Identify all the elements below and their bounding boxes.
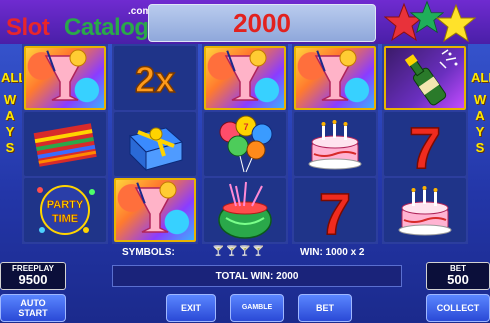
red-seven-icon: 7 bbox=[318, 181, 352, 240]
slotcatalog-logo: Slot Catalog .com bbox=[6, 6, 166, 41]
cocktail-icon bbox=[314, 49, 357, 101]
credit-value: 2000 bbox=[233, 7, 291, 38]
birthday-cake-symbol bbox=[294, 112, 376, 176]
cocktail-icon bbox=[134, 181, 177, 233]
watermelon-punch-symbol bbox=[204, 178, 286, 242]
top-bar: Slot Catalog .com 2000 bbox=[0, 0, 490, 44]
reels-area: PARTY TIME 2x 7 7 7 bbox=[20, 44, 470, 244]
cocktail-icon bbox=[44, 49, 87, 101]
cocktail-icon bbox=[224, 49, 267, 101]
reel-2: 2x bbox=[112, 44, 198, 244]
seven-symbol: 7 bbox=[384, 112, 466, 176]
balloons-symbol: 7 bbox=[204, 112, 286, 176]
gamble-button[interactable]: GAMBLE bbox=[230, 294, 284, 322]
bet-value: 500 bbox=[447, 272, 469, 287]
birthday-cake-icon bbox=[308, 120, 362, 170]
freeplay-value: 9500 bbox=[18, 272, 48, 287]
auto-start-line2: START bbox=[18, 308, 48, 318]
balloons-icon: 7 bbox=[219, 115, 273, 173]
all-ways-right: ALL WAYS bbox=[471, 70, 490, 156]
birthday-cake-symbol bbox=[384, 178, 466, 242]
freeplay-box: FREEPLAY 9500 bbox=[0, 262, 66, 290]
gift-box-symbol bbox=[114, 112, 196, 176]
logo-catalog-text: Catalog bbox=[64, 14, 149, 41]
gift-box-icon bbox=[129, 127, 184, 172]
stars-decoration bbox=[380, 0, 490, 44]
reel-4: 7 bbox=[292, 44, 378, 244]
ways-word2-vertical: WAYS bbox=[3, 92, 17, 155]
auto-start-button[interactable]: AUTO START bbox=[0, 294, 66, 322]
reel-5: 7 bbox=[382, 44, 468, 244]
total-win-text: TOTAL WIN: 2000 bbox=[215, 270, 299, 282]
all-ways-left: ALL WAYS bbox=[1, 70, 27, 156]
game-frame: Slot Catalog .com 2000 ALL WAYS ALL WAYS bbox=[0, 0, 490, 323]
yellow-star-icon bbox=[436, 3, 476, 43]
reel-1: PARTY TIME bbox=[22, 44, 108, 244]
win-info-line: SYMBOLS: 🍸🍸🍸🍸 WIN: 1000 x 2 bbox=[0, 246, 490, 260]
credit-display: 2000 bbox=[148, 4, 376, 42]
cocktail-symbol bbox=[24, 46, 106, 110]
multiplier-2x-symbol: 2x bbox=[114, 46, 196, 110]
watermelon-icon bbox=[218, 181, 272, 239]
exit-button[interactable]: EXIT bbox=[166, 294, 216, 322]
birthday-cake-icon bbox=[398, 186, 452, 236]
party-line2: TIME bbox=[52, 213, 78, 225]
seven-symbol: 7 bbox=[294, 178, 376, 242]
total-win-display: TOTAL WIN: 2000 bbox=[112, 265, 402, 287]
ways-word2-vertical: WAYS bbox=[473, 92, 487, 155]
bet-box: BET 500 bbox=[426, 262, 490, 290]
cocktail-symbol bbox=[114, 178, 196, 242]
seven-mini-text: 7 bbox=[243, 122, 248, 132]
ways-word1: ALL bbox=[1, 70, 27, 85]
ways-word1: ALL bbox=[471, 70, 490, 85]
logo-slot-text: Slot bbox=[6, 14, 50, 41]
win-amount-text: WIN: 1000 x 2 bbox=[300, 247, 365, 258]
collect-button[interactable]: COLLECT bbox=[426, 294, 490, 322]
party-time-badge-icon: PARTY TIME bbox=[37, 185, 95, 235]
striped-blanket-icon bbox=[33, 123, 97, 167]
cocktail-symbol bbox=[204, 46, 286, 110]
seven-text: 7 bbox=[409, 116, 441, 174]
cocktail-symbol bbox=[294, 46, 376, 110]
bet-button[interactable]: BET bbox=[298, 294, 352, 322]
party-time-symbol: PARTY TIME bbox=[24, 178, 106, 242]
party-line1: PARTY bbox=[47, 199, 84, 211]
reel-3: 7 bbox=[202, 44, 288, 244]
champagne-symbol bbox=[384, 46, 466, 110]
red-seven-icon: 7 bbox=[408, 115, 442, 174]
symbols-label: SYMBOLS: bbox=[122, 247, 175, 258]
sarape-symbol bbox=[24, 112, 106, 176]
multiplier-icon: 2x bbox=[134, 58, 176, 101]
seven-text: 7 bbox=[319, 182, 351, 240]
auto-start-line1: AUTO bbox=[20, 298, 46, 308]
multiplier-text: 2x bbox=[135, 59, 175, 100]
winning-symbols-icons: 🍸🍸🍸🍸 bbox=[212, 246, 266, 257]
champagne-bottle-icon bbox=[404, 49, 458, 106]
